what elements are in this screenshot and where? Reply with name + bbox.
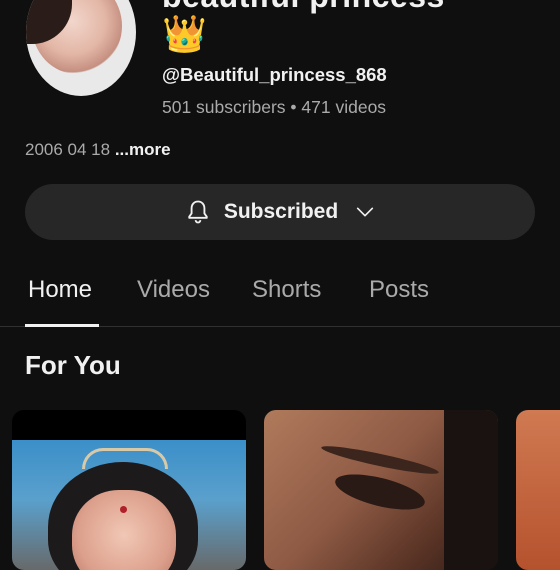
subscriber-count: 501 subscribers — [162, 97, 286, 117]
channel-tabs: Home Videos Shorts Posts — [0, 262, 560, 328]
thumbnail-tiara — [82, 448, 168, 469]
channel-handle: @Beautiful_princess_868 — [162, 64, 387, 85]
tab-home[interactable]: Home — [28, 276, 92, 304]
video-count: 471 videos — [301, 97, 387, 117]
channel-stats: 501 subscribers • 471 videos — [162, 97, 386, 118]
crown-emoji: 👑 — [162, 13, 207, 54]
chevron-down-icon — [357, 207, 374, 217]
bell-icon — [188, 200, 208, 224]
video-thumbnail[interactable] — [12, 410, 246, 570]
video-thumbnail[interactable] — [516, 410, 560, 570]
video-thumbnail[interactable] — [264, 410, 498, 570]
thumbnail-hair — [444, 410, 498, 570]
section-title: For You — [25, 350, 121, 380]
subscribed-button[interactable]: Subscribed — [25, 184, 535, 240]
channel-title: beautiful princess — [162, 0, 445, 14]
channel-description[interactable]: 2006 04 18 ...more — [25, 140, 171, 160]
thumbnail-background — [516, 410, 560, 570]
thumbnail-face — [72, 490, 176, 570]
subscribed-label: Subscribed — [223, 200, 339, 223]
active-tab-indicator — [25, 324, 99, 327]
more-link[interactable]: ...more — [115, 140, 171, 159]
stats-separator: • — [285, 97, 302, 117]
tab-videos[interactable]: Videos — [137, 276, 210, 304]
channel-avatar[interactable] — [26, 0, 136, 96]
description-text: 2006 04 18 — [25, 140, 111, 159]
tab-shorts[interactable]: Shorts — [252, 276, 321, 304]
tab-posts[interactable]: Posts — [369, 276, 429, 304]
thumbnail-bindi — [120, 506, 127, 513]
